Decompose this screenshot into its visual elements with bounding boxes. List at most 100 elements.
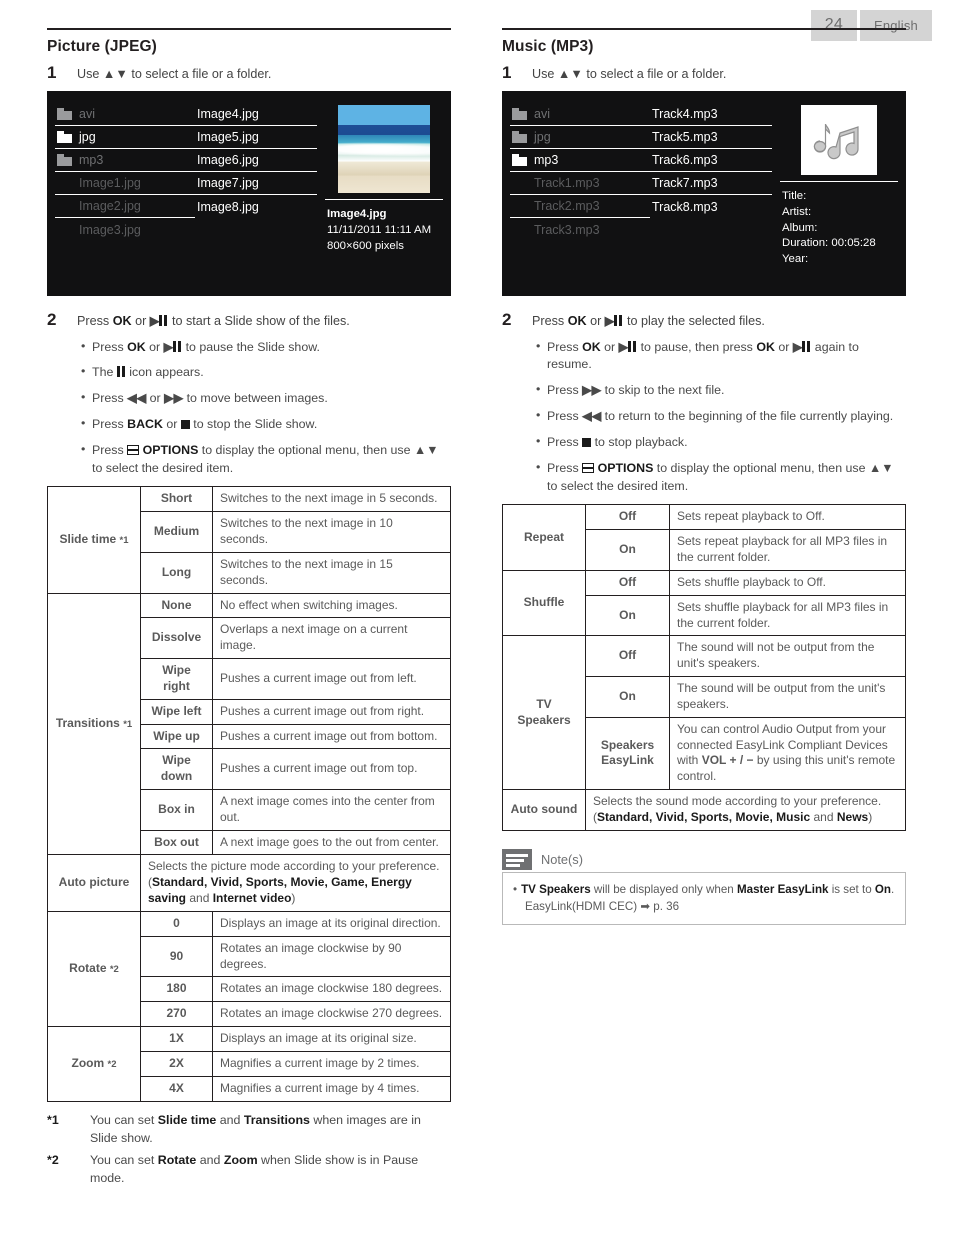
option-value: Off [585,504,670,531]
music-note-thumbnail [801,105,877,176]
list-item-label: Image1.jpg [79,176,141,191]
list-item[interactable]: Image8.jpg [195,195,317,218]
meta-dimensions: 800×600 pixels [327,239,404,252]
table-row: Shuffle Off Sets shuffle playback to Off… [502,569,906,637]
list-item: Press to stop playback. [536,433,906,452]
group-slide-time: Slide time *1 [47,486,141,594]
option-value: 180 [140,976,213,1003]
list-item-label: mp3 [534,153,559,168]
list-item[interactable]: Track2.mp3 [510,195,650,219]
stop-icon [582,438,592,448]
group-tv-speakers: TV Speakers [502,635,586,790]
table-row: Rotate *2 0 Displays an image at its ori… [47,910,451,1028]
option-desc: Overlaps a next image on a current image… [212,617,451,660]
list-item-label: avi [534,107,550,122]
list-item[interactable]: Image7.jpg [195,172,317,196]
pause-icon [173,340,182,352]
option-desc: Sets repeat playback to Off. [669,504,906,531]
option-desc: A next image comes into the center from … [212,789,451,831]
fast-forward-icon: ▶▶ [582,383,602,398]
list-item[interactable]: Track7.mp3 [650,172,772,196]
option-desc: Switches to the next image in 15 seconds… [212,551,451,594]
list-item[interactable]: Track3.mp3 [510,218,650,241]
option-desc: Pushes a current image out from left. [212,658,451,700]
option-value: Wipe down [140,748,213,790]
list-item: Press OK or ▶ to pause the Slide show. [81,338,451,357]
list-item-label: jpg [534,130,551,145]
step-number: 2 [502,310,512,330]
list-item[interactable]: Track1.mp3 [510,172,650,196]
table-row: Auto sound Selects the sound mode accord… [502,788,906,831]
tv-screen-picture: avi jpg mp3 Image1.jpg Image2.jpg Image3… [47,91,451,297]
list-item[interactable]: mp3 [510,149,650,173]
list-item[interactable]: jpg [55,126,195,150]
meta-duration: Duration: 00:05:28 [782,237,876,250]
music-bullet-list: Press OK or ▶ to pause, then press OK or… [502,338,906,497]
option-desc: Displays an image at its original size. [212,1026,451,1052]
list-item[interactable]: mp3 [55,149,195,173]
step-text-after: to select a file or a folder. [127,67,272,81]
play-icon: ▶ [604,314,615,329]
list-item[interactable]: Image4.jpg [195,103,317,127]
notes-box: Note(s) • TV Speakers will be displayed o… [502,848,906,926]
table-row: Auto picture Selects the picture mode ac… [47,854,451,912]
group-repeat: Repeat [502,504,586,571]
option-desc: Switches to the next image in 5 seconds. [212,486,451,513]
list-item[interactable]: Image3.jpg [55,218,195,241]
folder-icon [512,153,527,166]
note-link-text: EasyLink(HDMI CEC) [525,900,638,914]
list-item[interactable]: Image1.jpg [55,172,195,196]
pause-icon [628,340,637,352]
list-item: The icon appears. [81,363,451,382]
group-auto-sound: Auto sound [502,788,586,831]
notes-header: Note(s) [502,848,906,870]
list-item[interactable]: Image2.jpg [55,195,195,219]
list-item[interactable]: Image6.jpg [195,149,317,173]
group-auto-picture: Auto picture [47,854,141,912]
step-number: 1 [47,63,57,82]
list-item[interactable]: Track8.mp3 [650,195,772,218]
step-1-picture: 1 Use ▲▼ to select a file or a folder. [47,63,451,83]
option-value: On [585,594,670,637]
meta-album: Album: [782,221,818,234]
folder-icon [57,153,72,166]
list-item[interactable]: avi [55,103,195,127]
list-item: Press ◀◀ to return to the beginning of t… [536,407,906,426]
list-item-label: Image3.jpg [79,222,141,237]
step-text: Press OK or ▶ to start a Slide show of t… [77,314,350,329]
file-list-column-1: avi jpg mp3 Image1.jpg Image2.jpg Image3… [55,103,195,296]
list-item[interactable]: Track6.mp3 [650,149,772,173]
option-value: Wipe right [140,658,213,700]
table-row: Transitions *1 None No effect when switc… [47,592,451,856]
preview-divider [780,181,898,183]
list-item[interactable]: Track5.mp3 [650,126,772,150]
option-value: On [585,676,670,718]
list-item-label: avi [79,107,95,122]
option-desc: Rotates an image clockwise 270 degrees. [212,1001,451,1028]
pause-icon [116,366,126,378]
list-item[interactable]: Image5.jpg [195,126,317,150]
option-value: 270 [140,1001,213,1028]
option-value: Dissolve [140,617,213,660]
list-item-label: Track8.mp3 [652,199,718,214]
list-item[interactable]: jpg [510,126,650,150]
footnote-text: You can set Rotate and Zoom when Slide s… [90,1152,419,1185]
picture-section: Picture (JPEG) 1 Use ▲▼ to select a file… [47,28,451,1192]
option-desc: Sets shuffle playback to Off. [669,569,906,596]
play-icon: ▶ [149,314,160,329]
list-item[interactable]: avi [510,103,650,127]
folder-icon [57,107,72,120]
list-item[interactable]: Track4.mp3 [650,103,772,127]
options-button-icon [582,463,595,474]
option-value: Medium [140,511,213,553]
section-divider-right [502,28,906,30]
list-item-label: Image4.jpg [197,107,259,122]
meta-artist: Artist: [782,205,812,218]
bullet-glyph: • [513,882,518,896]
step-number: 2 [47,310,57,330]
option-value: Wipe up [140,723,213,750]
table-row: Zoom *2 1X Displays an image at its orig… [47,1026,451,1102]
option-desc: No effect when switching images. [212,592,451,619]
play-icon: ▶ [792,339,803,354]
footnote-1: *1 You can set Slide time and Transition… [47,1112,451,1148]
